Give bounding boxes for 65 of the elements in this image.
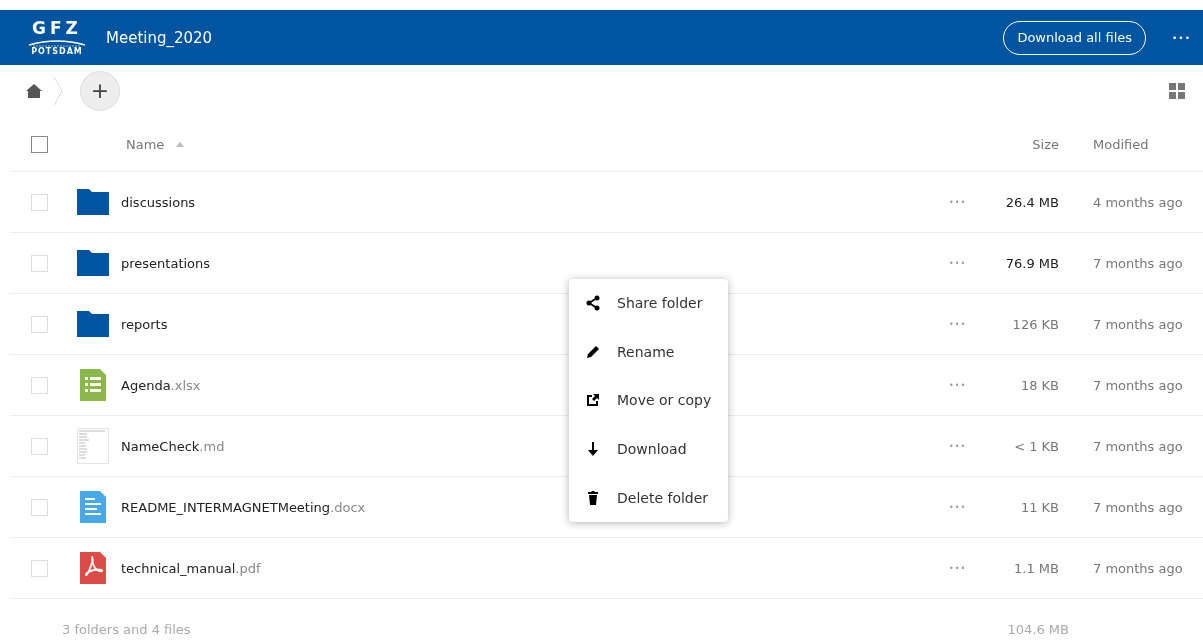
document-thumbnail-icon xyxy=(77,428,109,464)
home-icon[interactable] xyxy=(26,84,42,98)
file-name[interactable]: NameCheck.md xyxy=(121,438,225,454)
file-size: < 1 KB xyxy=(1013,438,1059,454)
modified-date: 7 months ago xyxy=(1092,316,1184,332)
size-column-header[interactable]: Size xyxy=(999,136,1059,152)
external-link-icon xyxy=(585,392,601,409)
row-checkbox[interactable] xyxy=(31,498,48,516)
modified-date: 7 months ago xyxy=(1092,255,1184,271)
row-checkbox[interactable] xyxy=(31,559,48,577)
share-icon xyxy=(585,295,601,312)
folder-icon xyxy=(77,311,109,337)
menu-item-label: Share folder xyxy=(617,295,703,312)
total-size: 104.6 MB xyxy=(1006,622,1069,637)
download-icon xyxy=(585,441,601,458)
file-size: 1.1 MB xyxy=(1013,560,1059,576)
file-name[interactable]: technical_manual.pdf xyxy=(121,560,261,576)
logo-subtitle: POTSDAM xyxy=(31,47,83,56)
row-checkbox[interactable] xyxy=(31,437,48,455)
grid-view-icon[interactable] xyxy=(1169,83,1185,99)
folder-title: Meeting_2020 xyxy=(106,28,214,47)
menu-item[interactable]: Delete folder xyxy=(569,473,728,522)
menu-item-label: Move or copy xyxy=(617,392,712,409)
more-menu-button[interactable]: ••• xyxy=(1172,32,1191,43)
menu-item[interactable]: Rename xyxy=(569,327,728,377)
file-size: 126 KB xyxy=(1011,316,1059,332)
folder-icon xyxy=(77,189,109,215)
file-count-summary: 3 folders and 4 files xyxy=(62,622,192,637)
select-all-checkbox[interactable] xyxy=(31,135,48,153)
modified-date: 7 months ago xyxy=(1092,438,1184,454)
folder-icon xyxy=(77,250,109,276)
breadcrumb-separator-icon xyxy=(52,76,64,106)
menu-item-label: Download xyxy=(617,441,687,458)
spreadsheet-icon xyxy=(77,369,109,401)
file-name[interactable]: README_INTERMAGNETMeeting.docx xyxy=(121,499,366,515)
menu-item-label: Rename xyxy=(617,343,675,360)
row-checkbox[interactable] xyxy=(31,254,48,272)
modified-date: 7 months ago xyxy=(1092,560,1184,576)
menu-item[interactable]: Move or copy xyxy=(569,376,728,425)
row-checkbox[interactable] xyxy=(31,193,48,211)
row-checkbox[interactable] xyxy=(31,315,48,333)
logo-text: GFZ xyxy=(32,19,82,37)
sort-ascending-icon xyxy=(176,141,185,147)
file-size: 18 KB xyxy=(1019,377,1059,393)
modified-date: 7 months ago xyxy=(1092,499,1184,515)
modified-column-header[interactable]: Modified xyxy=(1059,136,1203,152)
file-name[interactable]: presentations xyxy=(121,255,211,271)
file-size: 26.4 MB xyxy=(1004,194,1059,210)
pdf-icon xyxy=(77,552,109,584)
file-size: 11 KB xyxy=(1019,499,1059,515)
add-button[interactable]: + xyxy=(80,71,120,111)
trash-icon xyxy=(585,489,601,506)
menu-item-label: Delete folder xyxy=(617,489,709,506)
modified-date: 7 months ago xyxy=(1092,377,1184,393)
document-icon xyxy=(77,491,109,523)
modified-date: 4 months ago xyxy=(1092,194,1184,210)
file-name[interactable]: reports xyxy=(121,316,168,332)
name-column-header[interactable]: Name xyxy=(126,136,165,152)
file-name[interactable]: Agenda.xlsx xyxy=(121,377,201,393)
row-checkbox[interactable] xyxy=(31,376,48,394)
file-size: 76.9 MB xyxy=(1004,255,1059,271)
menu-item[interactable]: Share folder xyxy=(569,279,728,328)
menu-item[interactable]: Download xyxy=(569,424,728,474)
file-name[interactable]: discussions xyxy=(121,194,196,210)
pencil-icon xyxy=(585,343,601,360)
